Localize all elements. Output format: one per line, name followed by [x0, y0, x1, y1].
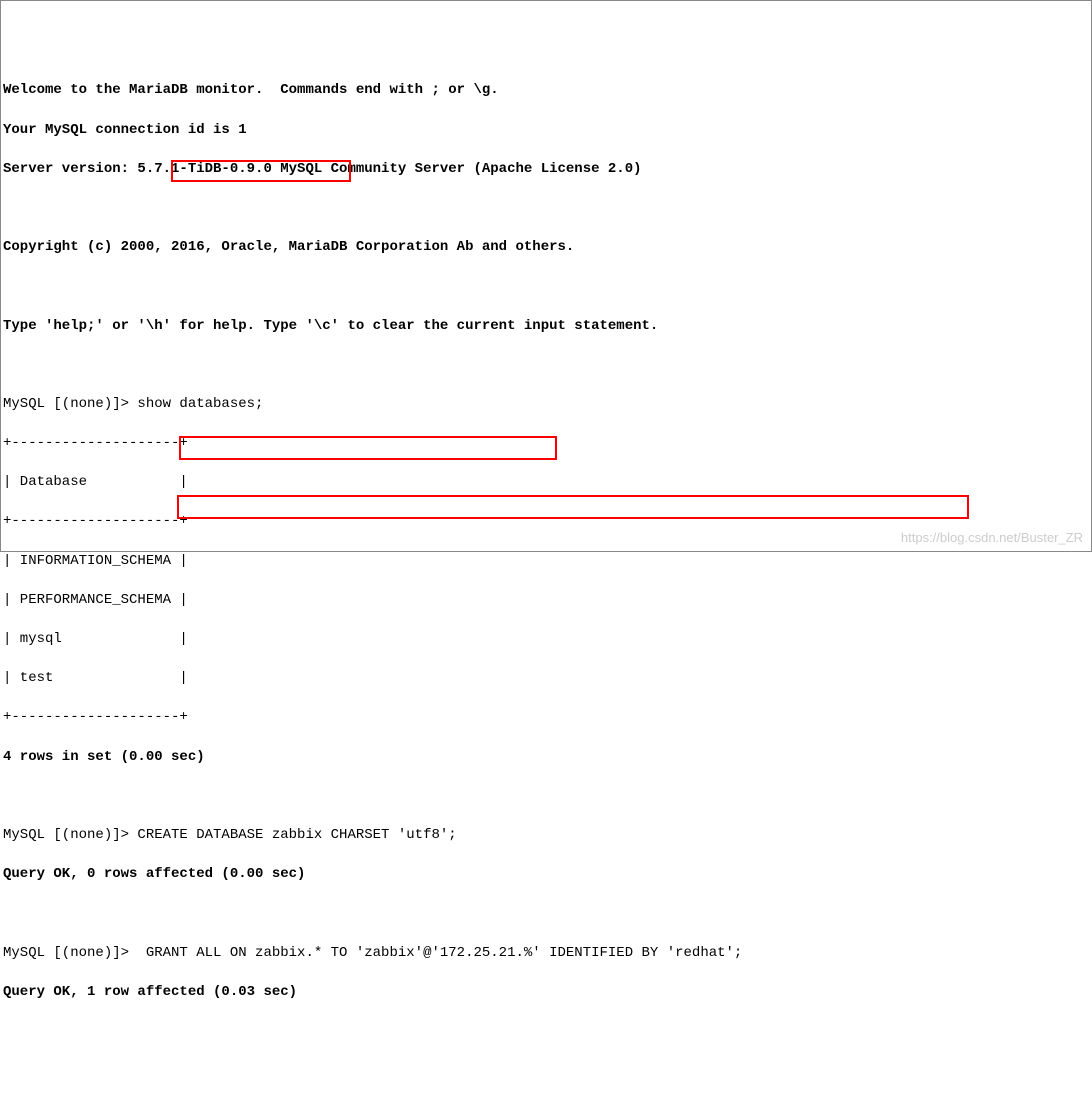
table-border-bottom: +--------------------+ [3, 708, 1089, 728]
query-ok-0: Query OK, 0 rows affected (0.00 sec) [3, 865, 1089, 885]
table-row: | test | [3, 669, 1089, 689]
copyright-line: Copyright (c) 2000, 2016, Oracle, MariaD… [3, 238, 1089, 258]
blank-line [3, 277, 1089, 297]
command-create-database: CREATE DATABASE zabbix CHARSET 'utf8'; [137, 827, 456, 843]
prompt-line-show-databases[interactable]: MySQL [(none)]> show databases; [3, 395, 1089, 415]
blank-line [3, 904, 1089, 924]
prompt-text: MySQL [(none)]> [3, 827, 137, 843]
query-ok-1: Query OK, 1 row affected (0.03 sec) [3, 983, 1089, 1003]
table-row: | PERFORMANCE_SCHEMA | [3, 591, 1089, 611]
prompt-line-grant[interactable]: MySQL [(none)]> GRANT ALL ON zabbix.* TO… [3, 944, 1089, 964]
rows-in-set: 4 rows in set (0.00 sec) [3, 748, 1089, 768]
help-line: Type 'help;' or '\h' for help. Type '\c'… [3, 317, 1089, 337]
blank-line [3, 787, 1089, 807]
blank-line [3, 199, 1089, 219]
prompt-text: MySQL [(none)]> [3, 396, 137, 412]
intro-line-2: Your MySQL connection id is 1 [3, 121, 1089, 141]
table-border-top: +--------------------+ [3, 434, 1089, 454]
intro-line-1: Welcome to the MariaDB monitor. Commands… [3, 81, 1089, 101]
command-grant: GRANT ALL ON zabbix.* TO 'zabbix'@'172.2… [137, 945, 742, 961]
table-row: | mysql | [3, 630, 1089, 650]
prompt-line-create-database[interactable]: MySQL [(none)]> CREATE DATABASE zabbix C… [3, 826, 1089, 846]
prompt-text: MySQL [(none)]> [3, 945, 137, 961]
command-show-databases: show databases; [137, 396, 263, 412]
table-header: | Database | [3, 473, 1089, 493]
blank-line [3, 356, 1089, 376]
intro-line-3: Server version: 5.7.1-TiDB-0.9.0 MySQL C… [3, 160, 1089, 180]
table-row: | INFORMATION_SCHEMA | [3, 552, 1089, 572]
watermark: https://blog.csdn.net/Buster_ZR [901, 529, 1083, 547]
